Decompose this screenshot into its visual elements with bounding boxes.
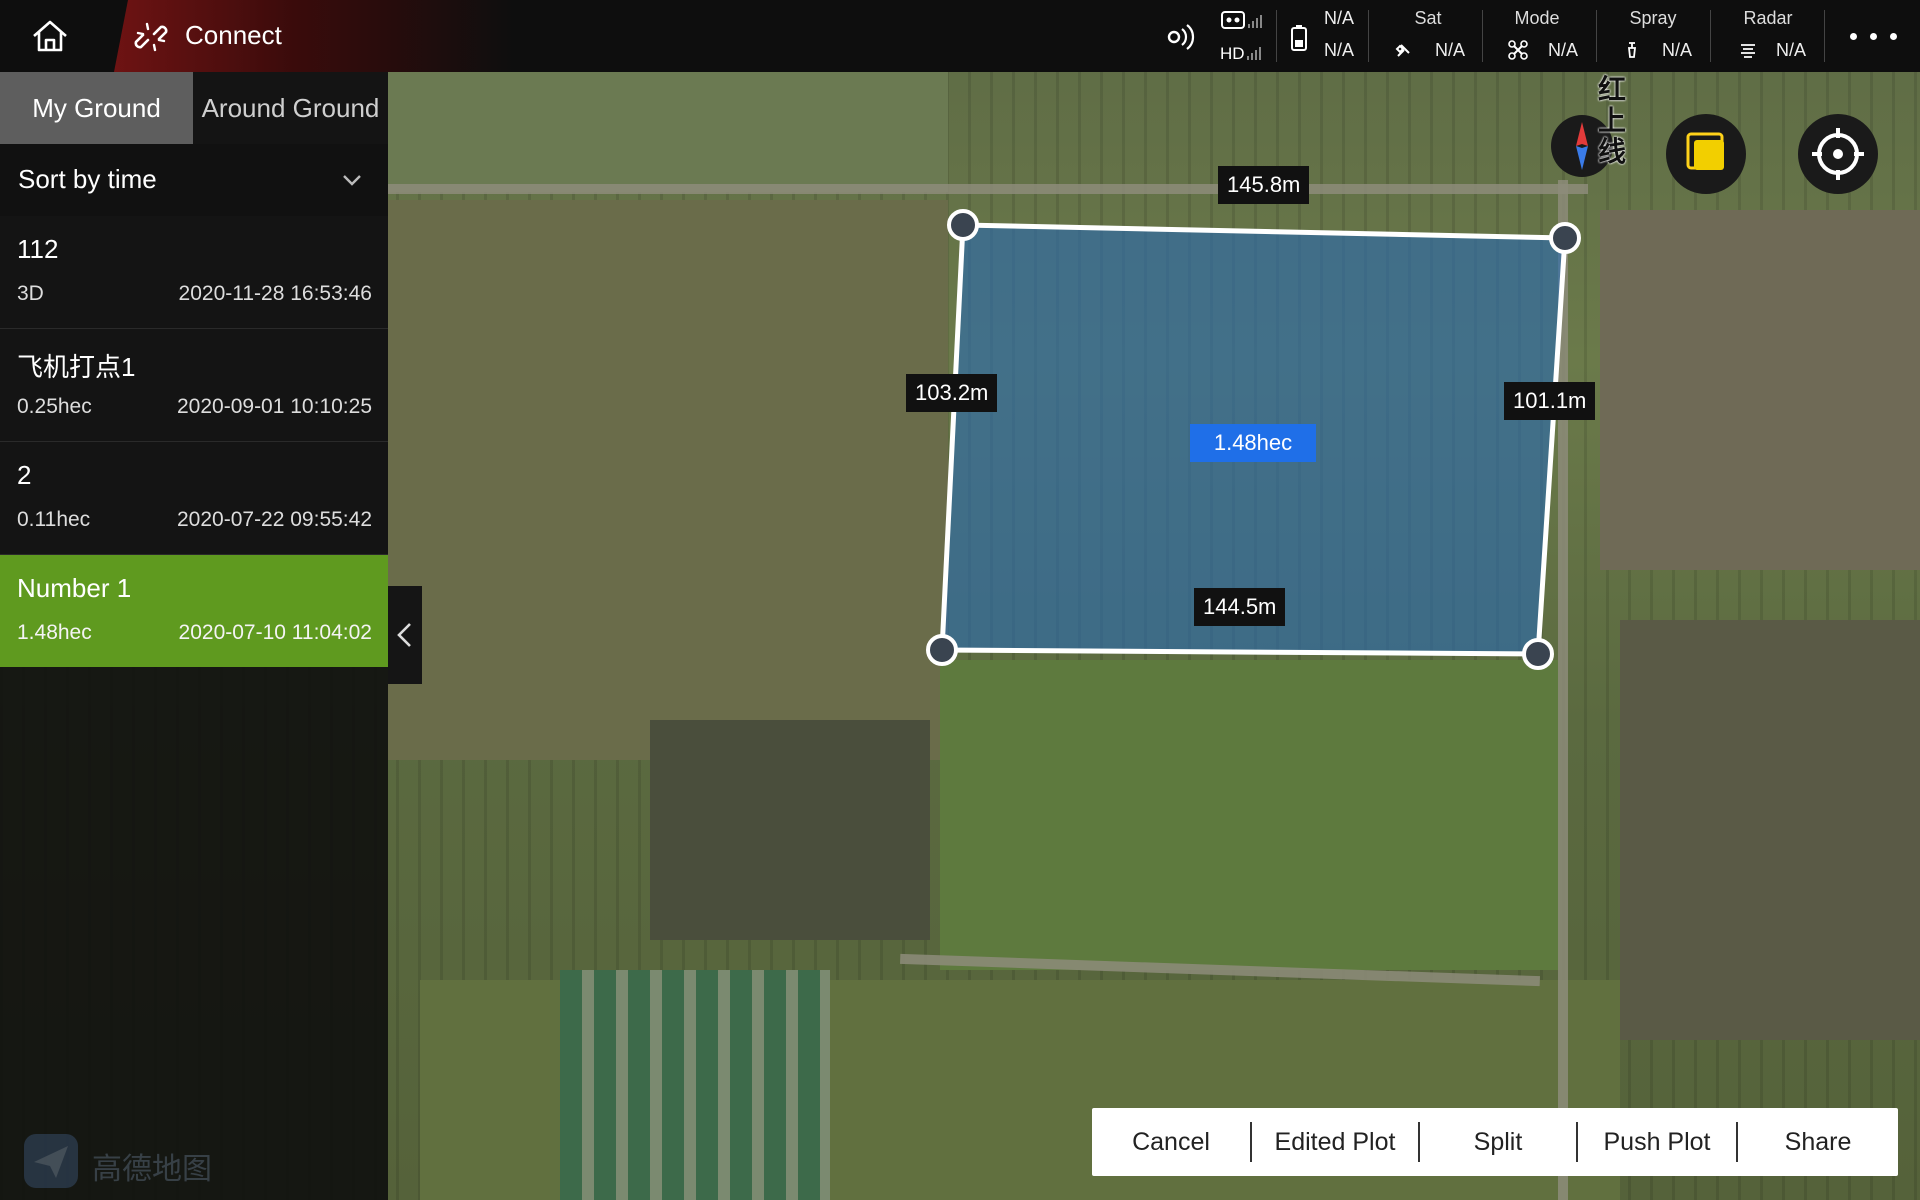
sort-label: Sort by time	[18, 164, 157, 194]
home-button[interactable]	[28, 14, 72, 58]
map-provider-watermark: 高德地图	[92, 1153, 212, 1186]
plot-name: 2	[17, 460, 32, 490]
tab-my-ground[interactable]: My Ground	[0, 72, 193, 144]
edited-plot-button[interactable]: Edited Plot	[1252, 1108, 1418, 1176]
plot-list-item-selected[interactable]: Number 1 1.48hec 2020-07-10 11:04:02	[0, 555, 388, 667]
plot-list-item[interactable]: 112 3D 2020-11-28 16:53:46	[0, 216, 388, 329]
radar-title: Radar	[1743, 8, 1793, 28]
radar-icon	[1741, 44, 1755, 58]
plot-name: 飞机打点1	[17, 352, 136, 382]
remote-controller-icon	[1221, 11, 1262, 29]
plot-date: 2020-07-10 11:04:02	[178, 621, 372, 644]
divider	[1596, 10, 1597, 62]
divider	[1824, 10, 1825, 62]
map-layer-button[interactable]	[1666, 114, 1746, 194]
radar-value: N/A	[1776, 40, 1807, 60]
plot-area: 1.48hec	[17, 621, 92, 644]
divider	[1368, 10, 1369, 62]
chevron-down-icon	[343, 175, 361, 186]
chevron-left-icon	[397, 623, 411, 647]
divider	[1710, 10, 1711, 62]
spray-icon	[1627, 42, 1637, 58]
sat-value: N/A	[1435, 40, 1466, 60]
battery-top-value: N/A	[1324, 8, 1355, 28]
plot-list-sidebar: My Ground Around Ground Sort by time 112…	[0, 72, 388, 1200]
more-dot	[1870, 33, 1877, 40]
top-status-bar: Connect HD N/A N/A Sat N/A Mode N/A Spra…	[0, 0, 1920, 72]
tab-around-ground[interactable]: Around Ground	[193, 72, 388, 144]
cancel-button[interactable]: Cancel	[1092, 1108, 1250, 1176]
plot-area-badge: 1.48hec	[1190, 424, 1316, 462]
plot-date: 2020-11-28 16:53:46	[178, 282, 372, 305]
plot-vertex-handle[interactable]	[1549, 222, 1581, 254]
satellite-icon	[1395, 44, 1410, 57]
push-plot-button[interactable]: Push Plot	[1578, 1108, 1736, 1176]
locate-button[interactable]	[1798, 114, 1878, 194]
plot-action-bar: Cancel Edited Plot Split Push Plot Share	[1092, 1108, 1898, 1176]
connect-label: Connect	[185, 20, 282, 50]
map-annotation-text: 红上线	[1598, 73, 1627, 168]
right-edge-length: 101.1m	[1504, 382, 1596, 420]
plot-vertex-handle[interactable]	[1522, 638, 1554, 670]
plot-list-item[interactable]: 飞机打点1 0.25hec 2020-09-01 10:10:25	[0, 329, 388, 442]
home-icon	[33, 20, 67, 52]
drone-icon	[1508, 40, 1528, 60]
plot-vertex-handle[interactable]	[926, 634, 958, 666]
crosshair-icon	[1812, 128, 1864, 180]
layers-icon	[1686, 132, 1724, 170]
rtk-signal-icon	[1167, 24, 1195, 50]
divider	[1276, 10, 1277, 62]
more-dot	[1850, 33, 1857, 40]
battery-icon	[1291, 25, 1307, 51]
more-menu-button[interactable]	[1846, 22, 1902, 50]
plot-name: 112	[17, 234, 59, 264]
collapse-sidebar-button[interactable]	[388, 586, 422, 684]
plot-area: 3D	[17, 282, 44, 305]
spray-title: Spray	[1629, 8, 1677, 28]
plot-date: 2020-07-22 09:55:42	[177, 508, 372, 531]
share-button[interactable]: Share	[1738, 1108, 1898, 1176]
amap-logo-icon	[24, 1134, 78, 1188]
link-broken-icon	[134, 22, 168, 52]
plot-area: 0.25hec	[17, 395, 92, 418]
hd-signal-icon	[1247, 47, 1261, 60]
more-dot	[1890, 33, 1897, 40]
plot-date: 2020-09-01 10:10:25	[177, 395, 372, 418]
plot-name: Number 1	[17, 573, 132, 603]
sort-dropdown[interactable]: Sort by time	[0, 144, 388, 216]
mode-value: N/A	[1548, 40, 1579, 60]
plot-area: 0.11hec	[17, 508, 91, 531]
left-edge-length: 103.2m	[906, 374, 998, 412]
plot-list-item[interactable]: 2 0.11hec 2020-07-22 09:55:42	[0, 442, 388, 555]
bottom-edge-length: 144.5m	[1194, 588, 1286, 626]
spray-value: N/A	[1662, 40, 1693, 60]
battery-bottom-value: N/A	[1324, 40, 1355, 60]
hd-label: HD	[1220, 44, 1245, 63]
split-button[interactable]: Split	[1420, 1108, 1576, 1176]
plot-vertex-handle[interactable]	[947, 209, 979, 241]
top-edge-length: 145.8m	[1218, 166, 1310, 204]
ground-tabs: My Ground Around Ground	[0, 72, 388, 144]
mode-title: Mode	[1514, 8, 1560, 28]
divider	[1482, 10, 1483, 62]
sat-title: Sat	[1414, 8, 1442, 28]
connect-button[interactable]	[114, 0, 514, 72]
